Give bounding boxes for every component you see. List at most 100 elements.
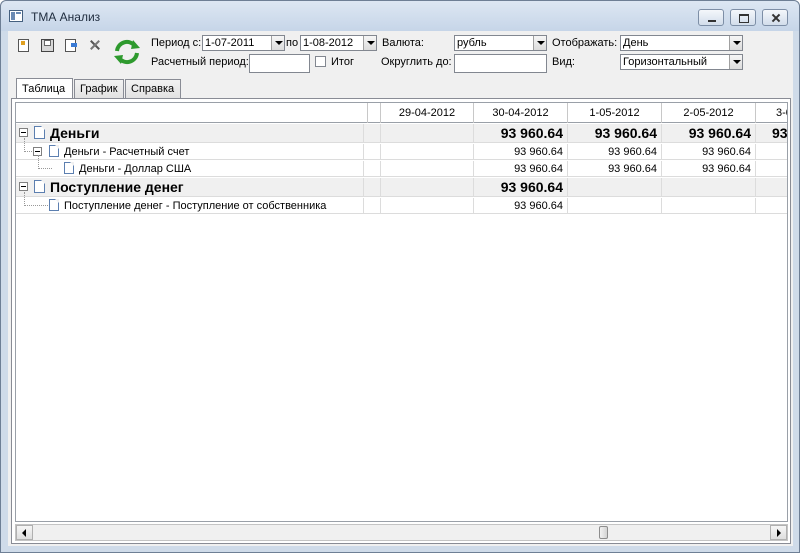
horizontal-scrollbar[interactable] (15, 524, 788, 541)
column-header[interactable]: 2-05-2012 (662, 103, 756, 123)
display-value: День (623, 37, 649, 49)
value-cell: 93 960.64 (568, 144, 662, 159)
value-cell (756, 161, 787, 176)
tree-cell: Поступление денег (16, 178, 364, 196)
spacer-cell (368, 198, 381, 213)
total-checkbox[interactable] (315, 56, 326, 67)
chevron-down-icon[interactable] (271, 36, 284, 50)
table-row[interactable]: Поступление денег 93 960.64 (16, 178, 787, 197)
value-cell: 93 960.64 (474, 178, 568, 196)
value-cell: 93 960.64 (662, 144, 756, 159)
currency-select[interactable]: рубль (454, 35, 547, 51)
table-row[interactable]: Поступление денег - Поступление от собст… (16, 192, 787, 214)
document-icon (64, 162, 74, 174)
value-cell (381, 144, 474, 159)
document-icon (34, 126, 45, 139)
value-cell (756, 198, 787, 213)
period-to-value: 1-08-2012 (303, 37, 354, 49)
column-header[interactable]: 3-0 (756, 103, 787, 123)
row-label: Поступление денег (50, 179, 184, 195)
value-cell (381, 198, 474, 213)
display-select[interactable]: День (620, 35, 743, 51)
refresh-icon[interactable] (112, 37, 142, 67)
currency-value: рубль (457, 37, 487, 49)
chevron-down-icon[interactable] (729, 55, 742, 69)
close-button[interactable] (762, 9, 788, 26)
value-cell: 93 960.64 (568, 124, 662, 142)
spacer-cell (368, 161, 381, 176)
chevron-down-icon[interactable] (729, 36, 742, 50)
data-grid[interactable]: 29-04-2012 30-04-2012 1-05-2012 2-05-201… (15, 102, 788, 522)
table-row[interactable]: Деньги 93 960.64 93 960.64 93 960.64 93 (16, 124, 787, 143)
app-icon (9, 10, 23, 22)
app-window: ТМА Анализ Период с: 1-07-2011 по 1-08-2… (0, 0, 800, 553)
table-row[interactable]: Деньги - Доллар США 93 960.64 93 960.64 … (16, 155, 787, 177)
table-row[interactable]: Деньги - Расчетный счет 93 960.64 93 960… (16, 138, 787, 160)
row-label: Деньги - Расчетный счет (64, 146, 190, 158)
client-area: Период с: 1-07-2011 по 1-08-2012 Валюта:… (8, 31, 793, 546)
column-header[interactable]: 29-04-2012 (381, 103, 474, 123)
period-to-select[interactable]: 1-08-2012 (300, 35, 377, 51)
save-icon[interactable] (40, 38, 54, 52)
total-label: Итог (331, 56, 354, 68)
period-from-select[interactable]: 1-07-2011 (202, 35, 285, 51)
tree-cell: Деньги - Доллар США (16, 155, 364, 176)
tree-cell: Поступление денег - Поступление от собст… (16, 192, 364, 213)
round-label: Округлить до: (381, 56, 452, 68)
tab-table[interactable]: Таблица (16, 78, 73, 99)
tools-icon[interactable] (88, 38, 102, 52)
value-cell: 93 960.64 (568, 161, 662, 176)
view-value: Горизонтальный (623, 56, 708, 68)
value-cell: 93 960.64 (474, 161, 568, 176)
maximize-button[interactable] (730, 9, 756, 26)
tab-help[interactable]: Справка (125, 79, 181, 99)
minimize-button[interactable] (698, 9, 724, 26)
currency-label: Валюта: (382, 37, 424, 49)
collapse-icon[interactable] (19, 182, 28, 191)
spacer-cell (368, 124, 381, 142)
chevron-down-icon[interactable] (363, 36, 376, 50)
value-cell (756, 178, 787, 196)
export-icon[interactable] (64, 38, 78, 52)
row-label: Деньги (50, 125, 100, 141)
value-cell (568, 178, 662, 196)
value-cell (381, 124, 474, 142)
column-header[interactable]: 1-05-2012 (568, 103, 662, 123)
period-from-value: 1-07-2011 (205, 37, 255, 49)
header-tree-column (16, 103, 368, 123)
chevron-down-icon[interactable] (533, 36, 546, 50)
view-label: Вид: (552, 56, 575, 68)
spacer-cell (368, 144, 381, 159)
tree-cell: Деньги - Расчетный счет (16, 138, 364, 159)
calc-period-input[interactable] (249, 54, 310, 73)
scroll-left-icon[interactable] (16, 525, 33, 540)
tree-line (24, 192, 48, 206)
value-cell (662, 198, 756, 213)
tab-chart[interactable]: График (74, 79, 124, 99)
column-header[interactable]: 30-04-2012 (474, 103, 568, 123)
spacer-cell (368, 178, 381, 196)
window-title: ТМА Анализ (31, 10, 101, 24)
row-label: Поступление денег - Поступление от собст… (64, 200, 327, 212)
value-cell: 93 (756, 124, 787, 142)
scrollbar-thumb[interactable] (599, 526, 608, 539)
round-input[interactable] (454, 54, 547, 73)
calc-period-label: Расчетный период: (151, 56, 249, 68)
header-spacer (368, 103, 381, 123)
period-from-label: Период с: (151, 37, 202, 49)
scroll-right-icon[interactable] (770, 525, 787, 540)
new-document-icon[interactable] (16, 38, 30, 52)
value-cell (381, 161, 474, 176)
tree-line (38, 155, 52, 169)
document-icon (49, 199, 59, 211)
collapse-icon[interactable] (19, 128, 28, 137)
table-panel: 29-04-2012 30-04-2012 1-05-2012 2-05-201… (11, 98, 791, 544)
value-cell: 93 960.64 (662, 124, 756, 142)
view-select[interactable]: Горизонтальный (620, 54, 743, 70)
value-cell (568, 198, 662, 213)
value-cell: 93 960.64 (662, 161, 756, 176)
value-cell (381, 178, 474, 196)
tree-cell: Деньги (16, 124, 364, 142)
row-label: Деньги - Доллар США (79, 163, 192, 175)
title-bar[interactable]: ТМА Анализ (1, 1, 799, 31)
